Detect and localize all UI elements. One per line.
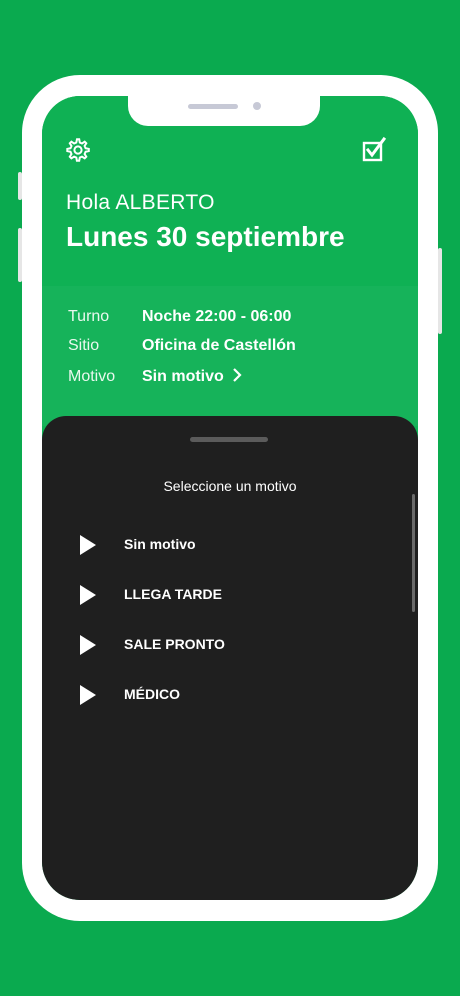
notch xyxy=(128,96,320,126)
checkbox-edit-icon xyxy=(362,136,387,162)
shift-info-panel: Turno Noche 22:00 - 06:00 Sitio Oficina … xyxy=(42,286,418,426)
option-label: Sin motivo xyxy=(124,536,196,552)
play-icon xyxy=(80,685,96,705)
settings-button[interactable] xyxy=(64,136,92,164)
play-icon xyxy=(80,585,96,605)
sitio-label: Sitio xyxy=(68,337,100,354)
app-screen: Hola ALBERTO Lunes 30 septiembre Turno N… xyxy=(42,96,418,900)
edit-check-button[interactable] xyxy=(360,136,388,164)
front-camera xyxy=(253,102,261,110)
motivo-selector[interactable]: Sin motivo xyxy=(142,368,243,386)
chevron-right-icon xyxy=(233,368,242,382)
option-label: SALE PRONTO xyxy=(124,636,225,652)
sitio-value: Oficina de Castellón xyxy=(142,337,296,354)
option-medico[interactable]: MÉDICO xyxy=(62,672,398,714)
sheet-title: Seleccione un motivo xyxy=(163,478,297,494)
play-icon xyxy=(80,535,96,555)
side-button-volume-up xyxy=(18,228,22,282)
scrollbar[interactable] xyxy=(412,494,415,612)
side-button-power xyxy=(438,248,442,334)
turno-value: Noche 22:00 - 06:00 xyxy=(142,308,292,325)
gear-icon xyxy=(66,138,90,162)
motivo-value: Sin motivo xyxy=(142,368,224,385)
sheet-grabber[interactable] xyxy=(190,437,268,442)
option-label: MÉDICO xyxy=(124,686,180,702)
motivo-label: Motivo xyxy=(68,368,116,385)
option-llega-tarde[interactable]: LLEGA TARDE xyxy=(62,572,398,614)
turno-label: Turno xyxy=(68,308,110,325)
option-sin-motivo[interactable]: Sin motivo xyxy=(62,522,398,564)
side-button-mute xyxy=(18,172,22,200)
greeting: Hola ALBERTO xyxy=(66,191,215,214)
option-sale-pronto[interactable]: SALE PRONTO xyxy=(62,622,398,664)
play-icon xyxy=(80,635,96,655)
speaker xyxy=(188,104,238,109)
page-title-date: Lunes 30 septiembre xyxy=(66,221,345,252)
motivo-bottom-sheet: Seleccione un motivo Sin motivo LLEGA TA… xyxy=(42,416,418,900)
option-label: LLEGA TARDE xyxy=(124,586,222,602)
